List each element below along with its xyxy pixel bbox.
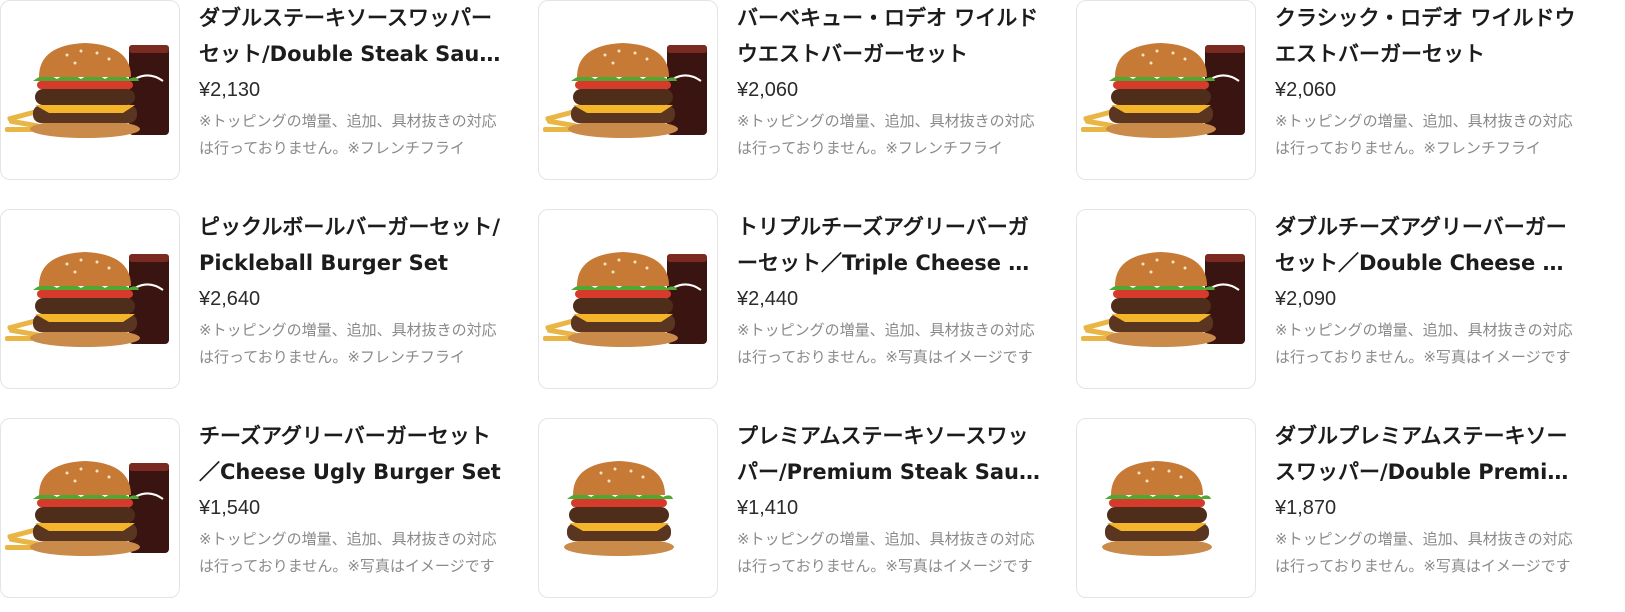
menu-item-card[interactable]: プレミアムステーキソースワッパー/Premium Steak Sauce Who… — [538, 418, 1038, 598]
menu-item-info: チーズアグリーバーガーセット／Cheese Ugly Burger Set ¥1… — [199, 418, 502, 580]
product-image-graphic — [539, 419, 717, 597]
menu-item-name: ダブルプレミアムステーキソースワッパー/Double Premium Steak… — [1275, 424, 1568, 484]
product-image[interactable] — [0, 0, 180, 180]
menu-item-info: ダブルチーズアグリーバーガーセット／Double Cheese Ugly Bur… — [1275, 209, 1578, 371]
menu-item-card[interactable]: バーベキュー・ロデオ ワイルドウエストバーガーセット ¥2,060 ※トッピング… — [538, 0, 1038, 180]
menu-item-name: ピックルボールバーガーセット/Pickleball Burger Set — [199, 215, 501, 275]
menu-item-info: トリプルチーズアグリーバーガーセット／Triple Cheese Ugly Bu… — [737, 209, 1040, 371]
menu-item-price: ¥2,130 — [199, 79, 261, 101]
menu-item-card[interactable]: ダブルチーズアグリーバーガーセット／Double Cheese Ugly Bur… — [1076, 209, 1576, 389]
product-image-graphic — [539, 210, 717, 388]
product-image-graphic — [1, 419, 179, 597]
menu-item-price: ¥1,410 — [737, 497, 799, 519]
menu-item-price: ¥1,870 — [1275, 497, 1337, 519]
product-image-graphic — [539, 1, 717, 179]
menu-item-card[interactable]: クラシック・ロデオ ワイルドウエストバーガーセット ¥2,060 ※トッピングの… — [1076, 0, 1576, 180]
product-image[interactable] — [1076, 0, 1256, 180]
menu-item-name: チーズアグリーバーガーセット／Cheese Ugly Burger Set — [199, 424, 501, 484]
menu-item-price: ¥2,060 — [1275, 79, 1337, 101]
menu-item-description: ※トッピングの増量、追加、具材抜きの対応は行っておりません。※写真はイメージです — [737, 530, 1035, 575]
menu-item-name: ダブルチーズアグリーバーガーセット／Double Cheese Ugly Bur… — [1275, 215, 1575, 275]
menu-item-card[interactable]: ダブルステーキソースワッパーセット/Double Steak Sauce Who… — [0, 0, 500, 180]
menu-item-price: ¥1,540 — [199, 497, 261, 519]
menu-item-description: ※トッピングの増量、追加、具材抜きの対応は行っておりません。※フレンチフライ — [737, 112, 1035, 157]
product-image-graphic — [1077, 419, 1255, 597]
menu-item-description: ※トッピングの増量、追加、具材抜きの対応は行っておりません。※写真はイメージです — [199, 530, 497, 575]
menu-item-info: ピックルボールバーガーセット/Pickleball Burger Set ¥2,… — [199, 209, 502, 371]
product-image[interactable] — [538, 209, 718, 389]
product-image[interactable] — [0, 209, 180, 389]
menu-item-info: バーベキュー・ロデオ ワイルドウエストバーガーセット ¥2,060 ※トッピング… — [737, 0, 1040, 162]
menu-item-name: クラシック・ロデオ ワイルドウエストバーガーセット — [1275, 6, 1576, 66]
menu-item-card[interactable]: トリプルチーズアグリーバーガーセット／Triple Cheese Ugly Bu… — [538, 209, 1038, 389]
product-image-graphic — [1, 1, 179, 179]
menu-item-info: ダブルプレミアムステーキソースワッパー/Double Premium Steak… — [1275, 418, 1578, 580]
menu-item-description: ※トッピングの増量、追加、具材抜きの対応は行っておりません。※写真はイメージです — [1275, 321, 1573, 366]
menu-item-price: ¥2,640 — [199, 288, 261, 310]
menu-item-description: ※トッピングの増量、追加、具材抜きの対応は行っておりません。※フレンチフライ — [1275, 112, 1573, 157]
product-image[interactable] — [538, 418, 718, 598]
menu-item-description: ※トッピングの増量、追加、具材抜きの対応は行っておりません。※写真はイメージです — [737, 321, 1035, 366]
menu-item-price: ¥2,060 — [737, 79, 799, 101]
menu-item-card[interactable]: ピックルボールバーガーセット/Pickleball Burger Set ¥2,… — [0, 209, 500, 389]
menu-item-price: ¥2,440 — [737, 288, 799, 310]
product-image[interactable] — [538, 0, 718, 180]
menu-item-description: ※トッピングの増量、追加、具材抜きの対応は行っておりません。※フレンチフライ — [199, 112, 497, 157]
menu-item-card[interactable]: ダブルプレミアムステーキソースワッパー/Double Premium Steak… — [1076, 418, 1576, 598]
menu-item-info: ダブルステーキソースワッパーセット/Double Steak Sauce Who… — [199, 0, 502, 162]
menu-item-info: プレミアムステーキソースワッパー/Premium Steak Sauce Who… — [737, 418, 1040, 580]
menu-item-name: トリプルチーズアグリーバーガーセット／Triple Cheese Ugly Bu… — [737, 215, 1029, 275]
menu-item-info: クラシック・ロデオ ワイルドウエストバーガーセット ¥2,060 ※トッピングの… — [1275, 0, 1578, 162]
product-image[interactable] — [0, 418, 180, 598]
menu-item-name: ダブルステーキソースワッパーセット/Double Steak Sauce Who… — [199, 6, 492, 66]
menu-item-name: バーベキュー・ロデオ ワイルドウエストバーガーセット — [737, 6, 1039, 66]
menu-item-description: ※トッピングの増量、追加、具材抜きの対応は行っておりません。※フレンチフライ — [199, 321, 497, 366]
product-image-graphic — [1077, 1, 1255, 179]
menu-item-description: ※トッピングの増量、追加、具材抜きの対応は行っておりません。※写真はイメージです — [1275, 530, 1573, 575]
menu-item-card[interactable]: チーズアグリーバーガーセット／Cheese Ugly Burger Set ¥1… — [0, 418, 502, 598]
product-image[interactable] — [1076, 418, 1256, 598]
product-image-graphic — [1077, 210, 1255, 388]
menu-item-price: ¥2,090 — [1275, 288, 1337, 310]
product-image[interactable] — [1076, 209, 1256, 389]
menu-item-name: プレミアムステーキソースワッパー/Premium Steak Sauce Who… — [737, 424, 1032, 484]
product-image-graphic — [1, 210, 179, 388]
